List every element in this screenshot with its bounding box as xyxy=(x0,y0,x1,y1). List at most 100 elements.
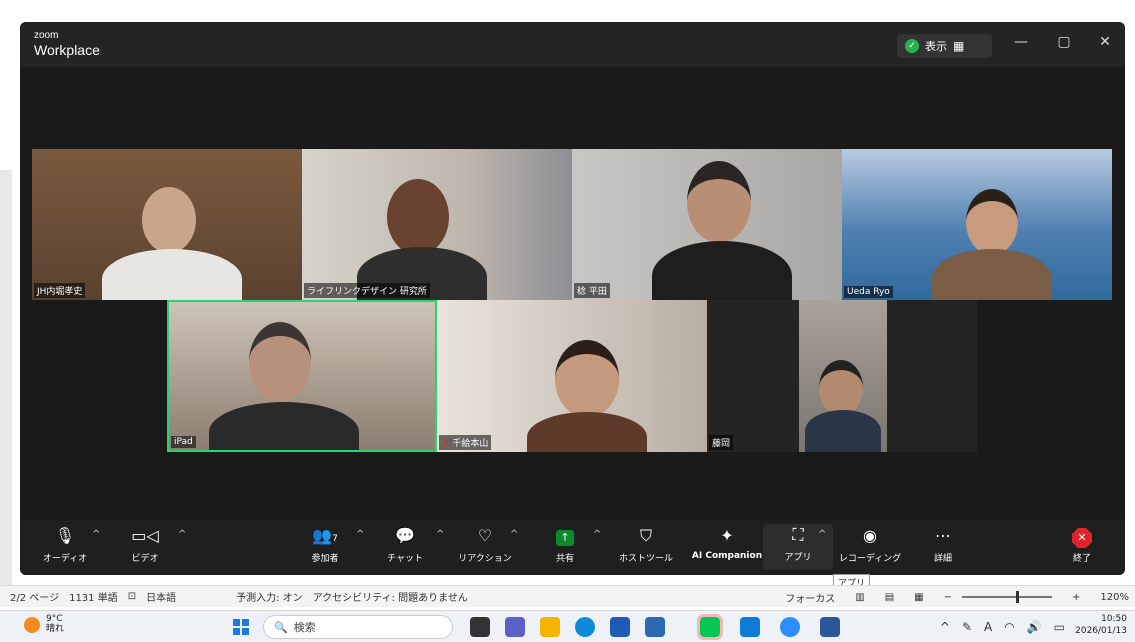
participant-face xyxy=(387,179,449,255)
apps-label: アプリ xyxy=(784,553,812,563)
zoom-app-icon[interactable] xyxy=(780,617,800,637)
weather-widget[interactable]: 9°C 晴れ xyxy=(24,614,65,635)
outlook-icon[interactable] xyxy=(740,617,760,637)
focus-button[interactable]: フォーカス xyxy=(785,590,835,605)
zoom-window: zoom Workplace ✓ 表示 ▦ — ▢ ✕ JH内堀孝史 ライフリン… xyxy=(20,22,1125,575)
taskbar-search[interactable]: 🔍 検索 xyxy=(263,615,453,639)
participant-face xyxy=(555,340,619,418)
store-icon[interactable] xyxy=(610,617,630,637)
reaction-label: リアクション xyxy=(458,554,512,564)
chevron-up-icon[interactable]: ^ xyxy=(178,529,186,540)
dell-icon[interactable] xyxy=(645,617,665,637)
shield-check-icon: ✓ xyxy=(905,39,919,53)
chat-button[interactable]: 💬 チャット xyxy=(370,525,440,564)
windows-start-icon[interactable] xyxy=(233,619,249,635)
close-icon[interactable]: ✕ xyxy=(1095,34,1115,50)
teams-icon[interactable] xyxy=(505,617,525,637)
zoom-slider[interactable] xyxy=(962,591,1053,603)
line-icon[interactable] xyxy=(697,614,723,640)
record-icon: ◉ xyxy=(863,526,877,545)
clock-date: 2026/01/13 xyxy=(1075,625,1127,636)
volume-icon[interactable]: 🔊 xyxy=(1027,620,1042,634)
microphone-icon: 🎙 xyxy=(54,526,76,545)
word-status-bar: 2/2 ページ 1131 単語 ⊡ 日本語 予測入力: オン アクセシビリティ:… xyxy=(0,585,1135,607)
video-tile[interactable]: 藤岡 xyxy=(707,300,977,452)
view-button[interactable]: ✓ 表示 ▦ xyxy=(897,34,992,58)
meeting-toolbar: 🎙 オーディオ ^ ▭◁ ビデオ ^ 👥7 参加者 ^ 💬 チャット ^ ♡ リアクション… xyxy=(20,519,1125,575)
end-button[interactable]: ✕ 終了 xyxy=(1047,525,1117,564)
read-mode-icon[interactable]: ▥ xyxy=(855,592,864,603)
chevron-up-icon[interactable]: ^ xyxy=(940,620,950,634)
language-indicator[interactable]: 日本語 xyxy=(146,589,176,604)
video-tile[interactable]: JH内堀孝史 xyxy=(32,149,302,300)
participants-label: 参加者 xyxy=(311,554,339,564)
battery-icon[interactable]: ▭ xyxy=(1054,620,1065,634)
word-count[interactable]: 1131 単語 xyxy=(69,589,118,604)
chevron-up-icon[interactable]: ^ xyxy=(436,529,444,540)
text-predictions[interactable]: 予測入力: オン xyxy=(236,589,303,604)
participant-body xyxy=(102,249,242,300)
wifi-icon[interactable]: ◠ xyxy=(1004,620,1014,634)
task-view-icon[interactable] xyxy=(470,617,490,637)
participant-body xyxy=(932,249,1052,300)
participant-name: ライフリンクデザイン 研究所 xyxy=(304,283,430,298)
video-tile[interactable]: Ueda Ryo xyxy=(842,149,1112,300)
pen-icon[interactable]: ✎ xyxy=(962,620,972,634)
zoom-logo: zoom Workplace xyxy=(34,31,100,58)
proofing-icon[interactable]: ⊡ xyxy=(128,591,136,602)
video-tile[interactable]: ライフリンクデザイン 研究所 xyxy=(302,149,572,300)
sun-icon xyxy=(24,616,40,633)
participant-name: Ueda Ryo xyxy=(844,286,893,298)
video-tile-active-speaker[interactable]: iPad xyxy=(167,300,437,452)
zoom-out-icon[interactable]: − xyxy=(944,592,952,603)
chevron-up-icon[interactable]: ^ xyxy=(818,529,826,540)
maximize-icon[interactable]: ▢ xyxy=(1054,34,1074,50)
video-button[interactable]: ▭◁ ビデオ xyxy=(110,525,180,564)
word-icon[interactable] xyxy=(820,617,840,637)
ai-companion-button[interactable]: ✦ AI Companion xyxy=(687,525,767,561)
vertical-ruler xyxy=(0,170,12,590)
share-button[interactable]: ↑ 共有 xyxy=(530,525,600,564)
host-tools-button[interactable]: ⛉ ホストツール xyxy=(611,525,681,564)
weather-text: 晴れ xyxy=(46,623,65,634)
participants-button[interactable]: 👥7 参加者 xyxy=(290,525,360,564)
chevron-up-icon[interactable]: ^ xyxy=(593,529,601,540)
zoom-level[interactable]: 120% xyxy=(1100,592,1129,603)
participant-body xyxy=(209,402,359,450)
video-tile[interactable]: 稔 平田 xyxy=(572,149,842,300)
participants-count: 7 xyxy=(332,534,338,544)
print-layout-icon[interactable]: ▤ xyxy=(885,592,894,603)
muted-mic-icon: ✗ xyxy=(442,439,453,449)
shield-icon: ⛉ xyxy=(639,526,652,545)
audio-button[interactable]: 🎙 オーディオ xyxy=(30,525,100,564)
search-icon: 🔍 xyxy=(274,620,288,634)
participant-face xyxy=(966,189,1018,255)
ime-icon[interactable]: A xyxy=(984,620,992,634)
web-layout-icon[interactable]: ▦ xyxy=(914,592,923,603)
page-count[interactable]: 2/2 ページ xyxy=(10,589,59,604)
camera-icon: ▭◁ xyxy=(131,526,159,545)
more-button[interactable]: ⋯ 詳細 xyxy=(908,525,978,564)
windows-taskbar: 9°C 晴れ 🔍 検索 ^ ✎ A ◠ 🔊 ▭ 10:50 2026/01/13 xyxy=(0,610,1135,642)
system-tray: ^ ✎ A ◠ 🔊 ▭ xyxy=(940,620,1065,634)
chevron-up-icon[interactable]: ^ xyxy=(92,529,100,540)
participant-name: iPad xyxy=(171,436,196,448)
system-clock[interactable]: 10:50 2026/01/13 xyxy=(1075,614,1127,637)
video-tile[interactable]: ✗ 千絵本山 xyxy=(437,300,707,452)
more-label: 詳細 xyxy=(933,554,952,564)
end-label: 終了 xyxy=(1072,554,1091,564)
recording-button[interactable]: ◉ レコーディング xyxy=(835,525,905,564)
zoom-in-icon[interactable]: + xyxy=(1072,592,1080,603)
title-bar: zoom Workplace ✓ 表示 ▦ — ▢ ✕ xyxy=(20,22,1125,67)
share-label: 共有 xyxy=(555,554,574,564)
accessibility-status[interactable]: アクセシビリティ: 問題ありません xyxy=(313,589,468,604)
chevron-up-icon[interactable]: ^ xyxy=(510,529,518,540)
chevron-up-icon[interactable]: ^ xyxy=(356,529,364,540)
participant-name: ✗ 千絵本山 xyxy=(439,435,492,450)
search-placeholder: 検索 xyxy=(293,621,316,634)
file-explorer-icon[interactable] xyxy=(540,617,560,637)
participant-face xyxy=(687,161,751,243)
minimize-icon[interactable]: — xyxy=(1011,34,1031,50)
participant-face xyxy=(249,322,311,402)
edge-icon[interactable] xyxy=(575,617,595,637)
